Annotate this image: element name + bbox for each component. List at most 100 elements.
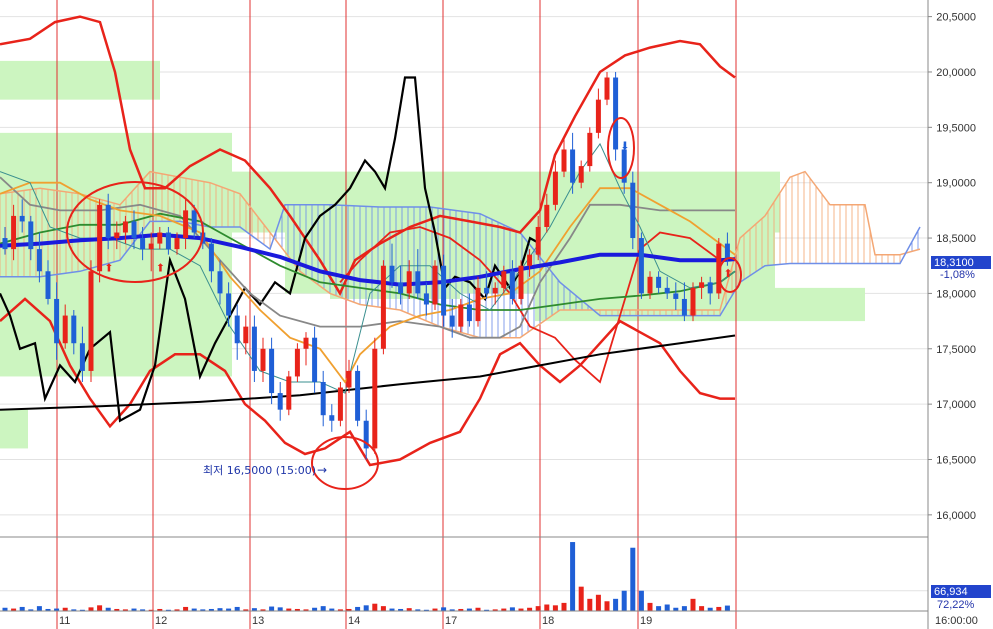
candle-body[interactable] — [165, 232, 171, 250]
candle-body[interactable] — [484, 287, 490, 294]
candle-body[interactable] — [441, 265, 447, 316]
candle-body[interactable] — [604, 77, 610, 100]
candle-body[interactable] — [260, 348, 266, 371]
candle-body[interactable] — [415, 271, 421, 294]
candle-body[interactable] — [191, 210, 197, 233]
volume-bar[interactable] — [621, 590, 627, 611]
candle-body[interactable] — [28, 221, 34, 250]
candle-body[interactable] — [122, 221, 128, 233]
candle-body[interactable] — [88, 271, 94, 371]
candle-body[interactable] — [664, 287, 670, 294]
candle-body[interactable] — [501, 271, 507, 288]
candle-body[interactable] — [36, 249, 42, 272]
volume-bar[interactable] — [587, 598, 593, 611]
volume-bar[interactable] — [372, 603, 378, 611]
candle-body[interactable] — [707, 282, 713, 294]
volume-bar[interactable] — [595, 594, 601, 611]
candle-body[interactable] — [699, 282, 705, 288]
volume-bars[interactable] — [2, 542, 730, 611]
candle-body[interactable] — [337, 387, 343, 421]
candle-body[interactable] — [372, 348, 378, 449]
candle-body[interactable] — [226, 293, 232, 316]
candle-body[interactable] — [97, 204, 103, 272]
candle-body[interactable] — [62, 315, 68, 344]
volume-bar[interactable] — [509, 607, 515, 611]
candle-body[interactable] — [613, 77, 619, 150]
candle-body[interactable] — [277, 393, 283, 410]
candle-body[interactable] — [79, 343, 85, 371]
candle-body[interactable] — [406, 271, 412, 294]
volume-bar[interactable] — [380, 606, 386, 611]
volume-bar[interactable] — [570, 542, 576, 611]
candle-body[interactable] — [2, 238, 8, 250]
volume-bar[interactable] — [19, 606, 25, 611]
candle-body[interactable] — [294, 348, 300, 377]
candle-body[interactable] — [183, 210, 189, 239]
volume-bar[interactable] — [699, 606, 705, 611]
volume-bar[interactable] — [604, 601, 610, 611]
volume-bar[interactable] — [269, 606, 275, 611]
candle-body[interactable] — [681, 298, 687, 316]
candle-body[interactable] — [492, 287, 498, 294]
candle-body[interactable] — [552, 171, 558, 205]
candle-body[interactable] — [544, 204, 550, 227]
candle-body[interactable] — [475, 287, 481, 322]
candle-body[interactable] — [303, 337, 309, 349]
candle-body[interactable] — [595, 99, 601, 133]
candle-body[interactable] — [638, 238, 644, 294]
candle-body[interactable] — [11, 215, 17, 250]
candle-body[interactable] — [561, 149, 567, 172]
candle-body[interactable] — [54, 298, 60, 344]
candle-body[interactable] — [656, 276, 662, 288]
volume-bar[interactable] — [277, 607, 283, 611]
candle-body[interactable] — [398, 282, 404, 294]
candle-body[interactable] — [243, 326, 249, 344]
candle-body[interactable] — [71, 315, 77, 344]
volume-bar[interactable] — [36, 606, 42, 611]
candle-body[interactable] — [157, 232, 163, 244]
candle-body[interactable] — [466, 304, 472, 322]
volume-bar[interactable] — [578, 586, 584, 611]
volume-bar[interactable] — [647, 602, 653, 611]
candle-body[interactable] — [208, 243, 214, 272]
candle-body[interactable] — [312, 337, 318, 382]
candle-body[interactable] — [269, 348, 275, 394]
candle-body[interactable] — [140, 238, 146, 250]
candle-body[interactable] — [234, 315, 240, 344]
volume-bar[interactable] — [716, 606, 722, 611]
volume-bar[interactable] — [234, 606, 240, 611]
volume-bar[interactable] — [88, 607, 94, 611]
volume-bar[interactable] — [638, 590, 644, 611]
candle-body[interactable] — [19, 215, 25, 222]
candle-body[interactable] — [380, 265, 386, 349]
candle-body[interactable] — [647, 276, 653, 294]
volume-bar[interactable] — [535, 606, 541, 611]
volume-bar[interactable] — [552, 605, 558, 611]
volume-bar[interactable] — [656, 606, 662, 611]
volume-bar[interactable] — [441, 607, 447, 611]
candle-body[interactable] — [527, 254, 533, 266]
volume-bar[interactable] — [183, 606, 189, 611]
volume-bar[interactable] — [355, 606, 361, 611]
candle-body[interactable] — [630, 182, 636, 239]
candle-body[interactable] — [509, 271, 515, 299]
volume-bar[interactable] — [690, 598, 696, 611]
volume-bar[interactable] — [363, 605, 369, 611]
candle-body[interactable] — [45, 271, 51, 299]
candle-body[interactable] — [355, 370, 361, 421]
volume-bar[interactable] — [630, 547, 636, 611]
candle-body[interactable] — [570, 149, 576, 183]
candle-body[interactable] — [105, 204, 111, 239]
candle-body[interactable] — [329, 415, 335, 421]
candle-body[interactable] — [587, 132, 593, 167]
candle-body[interactable] — [432, 265, 438, 305]
candle-body[interactable] — [217, 271, 223, 294]
stock-chart[interactable]: ⬆ ⬆ ⬇ ⬆ 20,5000 20,0000 19,5000 19,0000 18,5000… — [0, 0, 993, 629]
candle-body[interactable] — [148, 243, 154, 250]
volume-bar[interactable] — [97, 605, 103, 611]
candle-body[interactable] — [690, 287, 696, 316]
candle-body[interactable] — [724, 243, 730, 260]
candle-body[interactable] — [535, 226, 541, 255]
volume-bar[interactable] — [681, 606, 687, 611]
volume-bar[interactable] — [664, 604, 670, 611]
